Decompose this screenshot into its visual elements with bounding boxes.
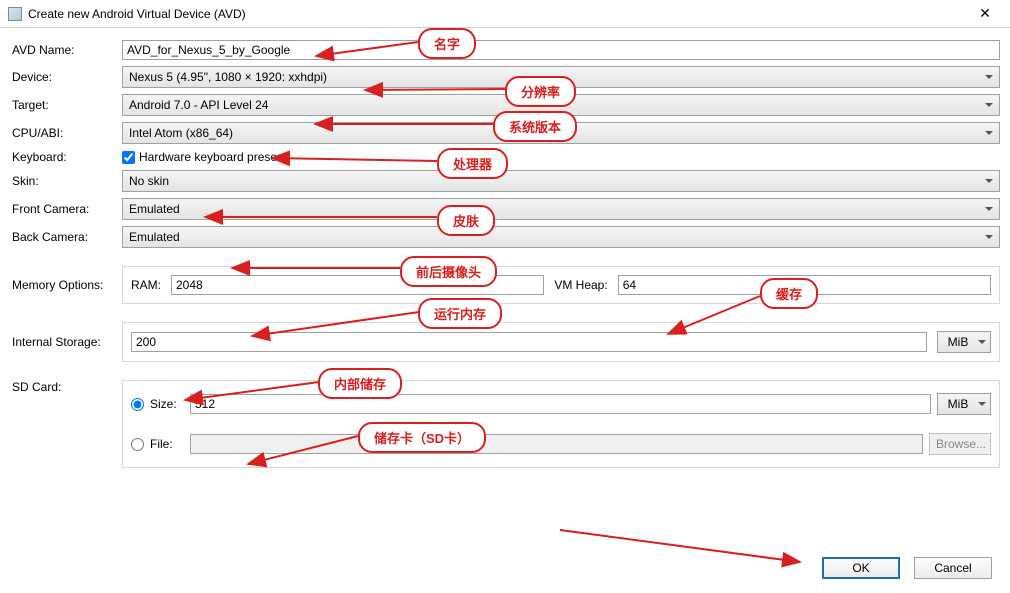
sd-card-group: Size: MiB File: Browse... xyxy=(122,380,1000,468)
ram-input[interactable] xyxy=(171,275,544,295)
memory-options-label: Memory Options: xyxy=(10,278,122,292)
target-label: Target: xyxy=(10,98,122,112)
front-camera-select[interactable]: Emulated xyxy=(122,198,1000,220)
vm-heap-input[interactable] xyxy=(618,275,991,295)
avd-name-label: AVD Name: xyxy=(10,43,122,57)
window-title: Create new Android Virtual Device (AVD) xyxy=(28,7,968,21)
browse-button: Browse... xyxy=(929,433,991,455)
memory-group: RAM: VM Heap: xyxy=(122,266,1000,304)
sd-size-unit-value: MiB xyxy=(948,397,969,411)
device-label: Device: xyxy=(10,70,122,84)
cpu-abi-label: CPU/ABI: xyxy=(10,126,122,140)
sd-size-radio-label: Size: xyxy=(150,397,184,411)
device-value: Nexus 5 (4.95", 1080 × 1920: xxhdpi) xyxy=(129,70,327,84)
device-select[interactable]: Nexus 5 (4.95", 1080 × 1920: xxhdpi) xyxy=(122,66,1000,88)
ok-button[interactable]: OK xyxy=(822,557,900,579)
title-bar: Create new Android Virtual Device (AVD) … xyxy=(0,0,1010,28)
front-camera-label: Front Camera: xyxy=(10,202,122,216)
back-camera-label: Back Camera: xyxy=(10,230,122,244)
sd-file-input xyxy=(190,434,923,454)
cancel-button[interactable]: Cancel xyxy=(914,557,992,579)
target-value: Android 7.0 - API Level 24 xyxy=(129,98,268,112)
internal-storage-group: MiB xyxy=(122,322,1000,362)
hw-keyboard-text: Hardware keyboard present xyxy=(139,150,287,164)
close-icon[interactable]: ✕ xyxy=(968,3,1002,25)
back-camera-select[interactable]: Emulated xyxy=(122,226,1000,248)
avd-name-input[interactable] xyxy=(122,40,1000,60)
keyboard-label: Keyboard: xyxy=(10,150,122,164)
internal-storage-label: Internal Storage: xyxy=(10,335,122,349)
internal-storage-unit-value: MiB xyxy=(948,335,969,349)
sd-size-radio[interactable] xyxy=(131,398,144,411)
skin-label: Skin: xyxy=(10,174,122,188)
ram-label: RAM: xyxy=(131,278,161,292)
front-camera-value: Emulated xyxy=(129,202,180,216)
internal-storage-unit-select[interactable]: MiB xyxy=(937,331,991,353)
back-camera-value: Emulated xyxy=(129,230,180,244)
sd-size-unit-select[interactable]: MiB xyxy=(937,393,991,415)
target-select[interactable]: Android 7.0 - API Level 24 xyxy=(122,94,1000,116)
internal-storage-input[interactable] xyxy=(131,332,927,352)
skin-value: No skin xyxy=(129,174,169,188)
skin-select[interactable]: No skin xyxy=(122,170,1000,192)
app-icon xyxy=(8,7,22,21)
form-content: AVD Name: Device: Nexus 5 (4.95", 1080 ×… xyxy=(0,28,1010,484)
sd-card-label: SD Card: xyxy=(10,380,122,394)
sd-file-radio[interactable] xyxy=(131,438,144,451)
sd-size-input[interactable] xyxy=(190,394,931,414)
button-bar: OK Cancel xyxy=(822,557,992,579)
sd-file-radio-label: File: xyxy=(150,437,184,451)
vm-heap-label: VM Heap: xyxy=(554,278,607,292)
hw-keyboard-checkbox[interactable] xyxy=(122,151,135,164)
cpu-abi-select[interactable]: Intel Atom (x86_64) xyxy=(122,122,1000,144)
cpu-abi-value: Intel Atom (x86_64) xyxy=(129,126,233,140)
